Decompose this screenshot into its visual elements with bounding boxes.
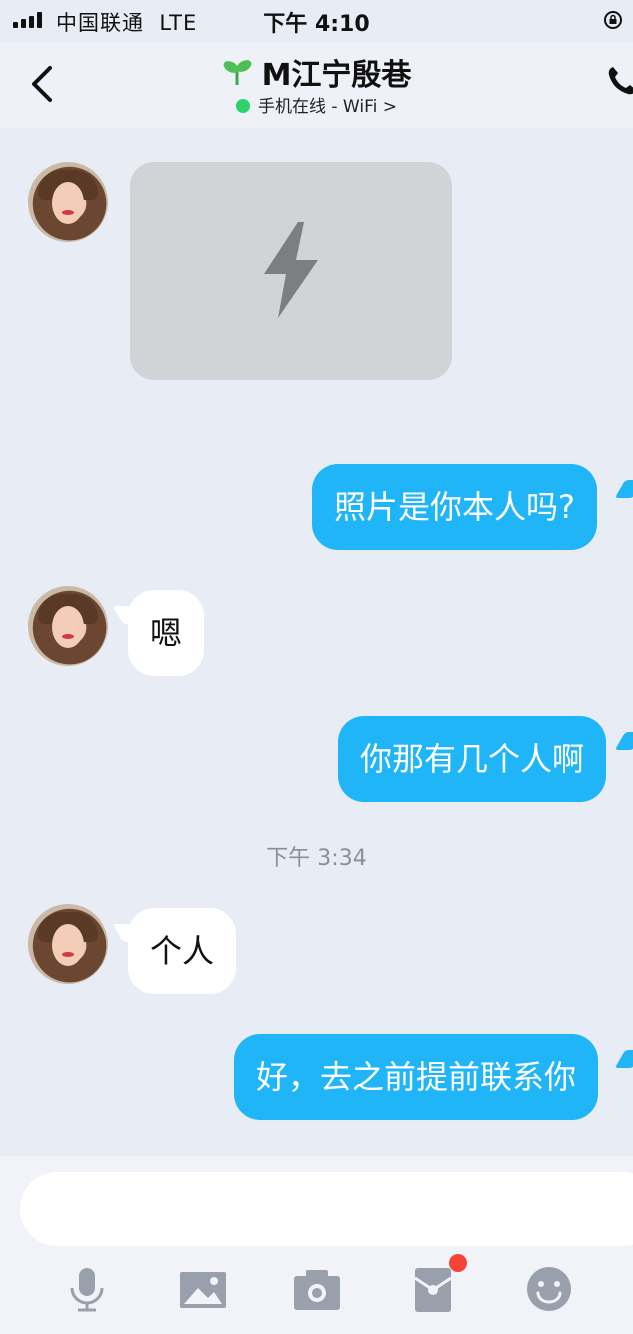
- input-bar: [0, 1156, 633, 1334]
- chevron-right-icon: >: [382, 97, 398, 117]
- message-timestamp: 下午 3:34: [266, 846, 367, 871]
- message-input[interactable]: [20, 1172, 633, 1246]
- status-bar: 中国联通 LTE 下午 4:10: [0, 0, 633, 42]
- contact-avatar[interactable]: [28, 904, 108, 984]
- emoji-icon[interactable]: [524, 1264, 574, 1314]
- camera-icon[interactable]: [292, 1264, 342, 1314]
- sprout-icon: [223, 60, 251, 85]
- lightning-bolt-icon: [264, 222, 318, 318]
- image-icon[interactable]: [178, 1264, 228, 1314]
- title-wrap: M江宁殷巷: [0, 50, 633, 94]
- notification-badge: [449, 1254, 467, 1272]
- message-bubble-outgoing[interactable]: 好，去之前提前联系你: [234, 1034, 599, 1120]
- bubble-tail: [614, 1050, 633, 1068]
- bubble-tail: [614, 732, 633, 750]
- microphone-icon[interactable]: [62, 1264, 112, 1314]
- message-bubble-outgoing[interactable]: 照片是你本人吗?: [312, 464, 597, 550]
- online-dot-icon: [235, 99, 250, 113]
- rotation-lock-icon: [604, 11, 622, 29]
- phone-icon[interactable]: [605, 64, 633, 98]
- image-message[interactable]: [130, 162, 452, 380]
- online-status[interactable]: 手机在线 - WiFi >: [0, 92, 633, 117]
- message-bubble-incoming[interactable]: 个人: [128, 908, 237, 994]
- chat-header: M江宁殷巷 手机在线 - WiFi >: [0, 42, 633, 128]
- online-status-text: 手机在线 - WiFi: [257, 97, 378, 117]
- contact-name: M江宁殷巷: [261, 58, 412, 93]
- contact-avatar[interactable]: [28, 586, 108, 666]
- contact-title[interactable]: M江宁殷巷: [222, 50, 412, 94]
- message-bubble-outgoing[interactable]: 你那有几个人啊: [338, 716, 607, 802]
- status-time: 下午 4:10: [263, 12, 370, 37]
- message-bubble-incoming[interactable]: 嗯: [128, 590, 205, 676]
- bubble-tail: [614, 480, 633, 498]
- red-packet-icon[interactable]: [408, 1264, 458, 1314]
- contact-avatar[interactable]: [28, 162, 108, 242]
